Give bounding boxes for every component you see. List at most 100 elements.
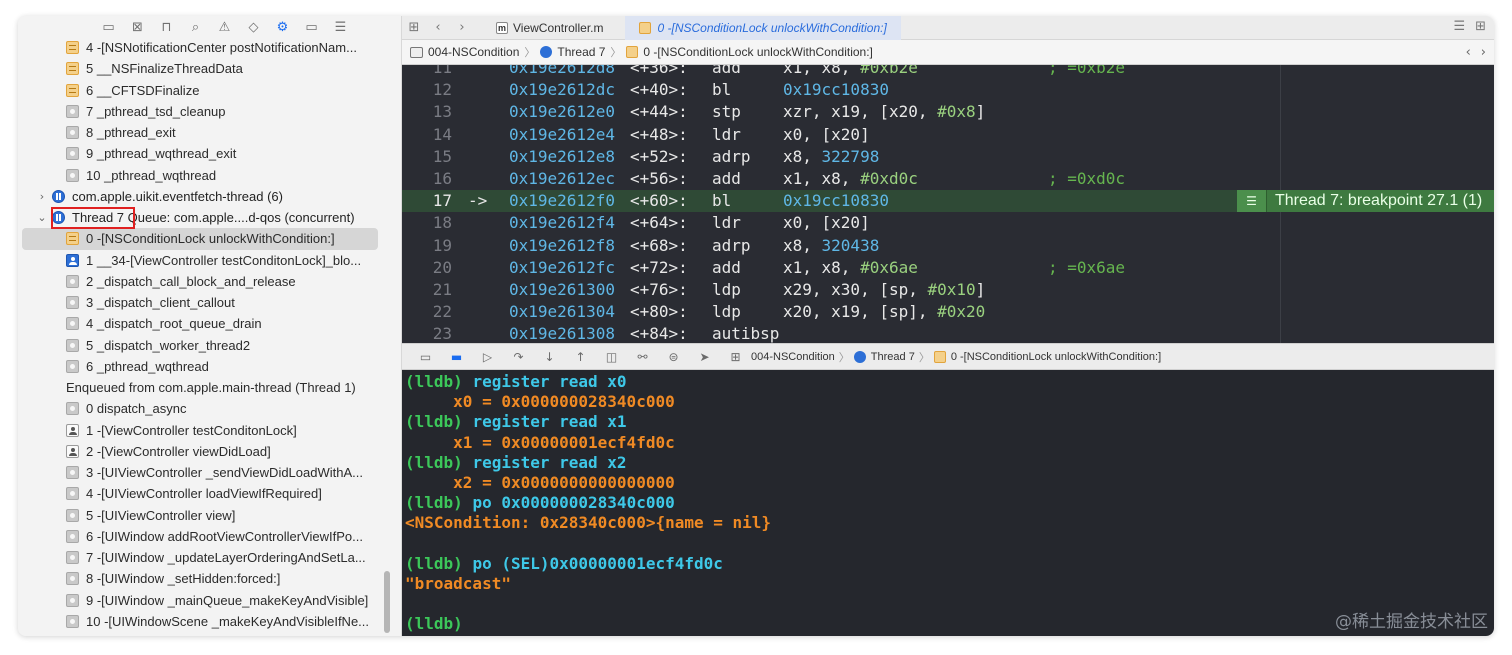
instruction-line[interactable]: 11 0x19e2612d8 <+36>: add x1, x8, #0xb2e ; =0… [402, 65, 1494, 79]
step-over-icon[interactable]: ↷ [503, 350, 534, 364]
stack-frame-row[interactable]: 10 _pthread_wqthread [18, 165, 401, 186]
instruction-line[interactable]: 21 0x19e261300 <+76>: ldp x29, x30, [sp, #0x… [402, 279, 1494, 301]
lldb-prompt: (lldb) [405, 452, 473, 472]
instruction-line[interactable]: 23 0x19e261308 <+84>: autibsp [402, 323, 1494, 343]
stack-frame-row[interactable]: 7 -[UIWindow _updateLayerOrderingAndSetL… [18, 547, 401, 568]
memory-graph-icon[interactable]: ⚯ [627, 350, 658, 364]
location-icon[interactable]: ➤ [689, 350, 720, 364]
debug-crumb-thread[interactable]: Thread 7 [853, 350, 915, 363]
hierarchy-icon[interactable]: ⊓ [152, 16, 181, 38]
stack-frame-row[interactable]: 1 __34-[ViewController testConditonLock]… [18, 250, 401, 271]
row-label: 10 _pthread_wqthread [86, 167, 217, 183]
instruction-line[interactable]: 14 0x19e2612e4 <+48>: ldr x0, [x20] [402, 124, 1494, 146]
grid-icon[interactable]: ⊞ [402, 20, 426, 35]
instruction-address: 0x19e2612dc [509, 80, 615, 100]
system-frame-icon [66, 104, 79, 118]
thread-row[interactable]: ⌄ Thread 7 Queue: com.apple....d-qos (con… [18, 207, 401, 228]
console-line: x0 = 0x000000028340c000 [402, 392, 1494, 412]
instruction-mnemonic: add [712, 65, 741, 77]
stack-frame-row[interactable]: 4 _dispatch_root_queue_drain [18, 313, 401, 334]
instruction-line[interactable]: 12 0x19e2612dc <+40>: bl 0x19cc10830 [402, 79, 1494, 101]
report-icon[interactable]: ☰ [326, 16, 355, 38]
split-editor-icon[interactable]: ⊞ [1475, 19, 1486, 34]
stack-frame-row[interactable]: 5 __NSFinalizeThreadData [18, 58, 401, 79]
project-icon [410, 46, 423, 58]
folder-icon[interactable]: ▭ [94, 16, 123, 38]
stack-frame-row[interactable]: 3 _dispatch_client_callout [18, 292, 401, 313]
debug-crumb-frame[interactable]: 0 -[NSConditionLock unlockWithCondition:… [933, 350, 1161, 363]
operand-token: xzr, x19, [x20, [783, 102, 938, 122]
instruction-line[interactable]: 16 0x19e2612ec <+56>: add x1, x8, #0xd0c ; =0… [402, 168, 1494, 190]
source-control-icon[interactable]: ⊠ [123, 16, 152, 38]
system-frame-icon [66, 508, 79, 522]
breakpoint-icon[interactable]: ▭ [297, 16, 326, 38]
lldb-console[interactable]: (lldb) register read x0 x0 = 0x000000028… [402, 370, 1494, 636]
instruction-offset: <+60>: [630, 191, 688, 211]
stack-frame-icon [66, 41, 79, 55]
stack-frame-row[interactable]: 6 -[UIWindow addRootViewControllerViewIf… [18, 526, 401, 547]
disassembly-view[interactable]: 11 0x19e2612d8 <+36>: add x1, x8, #0xb2e ; =0… [402, 65, 1494, 343]
stack-frame-row[interactable]: 5 _dispatch_worker_thread2 [18, 335, 401, 356]
jumpbar-thread[interactable]: Thread 7 [540, 45, 605, 59]
breakpoint-badge[interactable]: ☰ Thread 7: breakpoint 27.1 (1) [1237, 190, 1494, 212]
stack-frame-row[interactable]: 1 -[ViewController testConditonLock] [18, 420, 401, 441]
stack-frame-row[interactable]: 6 _pthread_wqthread [18, 356, 401, 377]
row-label: 2 _dispatch_call_block_and_release [86, 273, 296, 289]
operand-token: x1, x8, [783, 257, 861, 277]
stack-frame-row[interactable]: 7 _pthread_tsd_cleanup [18, 101, 401, 122]
instruction-line[interactable]: 20 0x19e2612fc <+72>: add x1, x8, #0x6ae ; =0… [402, 257, 1494, 279]
jumpbar-project[interactable]: 004-NSCondition [410, 45, 519, 59]
grid-icon[interactable]: ⊞ [720, 350, 751, 364]
stack-frame-row[interactable]: 5 -[UIViewController view] [18, 505, 401, 526]
instruction-line[interactable]: 13 0x19e2612e0 <+44>: stp xzr, x19, [x20, #0… [402, 101, 1494, 123]
stack-frame-row[interactable]: 2 _dispatch_call_block_and_release [18, 271, 401, 292]
environment-icon[interactable]: ⊜ [658, 350, 689, 364]
chevron-left-icon[interactable]: ‹ [1466, 45, 1471, 60]
instruction-line[interactable]: 18 0x19e2612f4 <+64>: ldr x0, [x20] [402, 212, 1494, 234]
warning-icon[interactable]: ⚠ [210, 16, 239, 38]
hide-debug-area-icon[interactable]: ▭ [410, 350, 441, 364]
navigator-scrollbar[interactable] [384, 571, 390, 633]
thread-row[interactable]: › com.apple.uikit.eventfetch-thread (6) [18, 186, 401, 207]
stack-frame-row[interactable]: 6 __CFTSDFinalize [18, 80, 401, 101]
debug-icon[interactable]: ⚙ [268, 16, 297, 38]
row-label: 9 _pthread_wqthread_exit [86, 146, 237, 162]
stack-frame-row[interactable]: 3 -[UIViewController _sendViewDidLoadWit… [18, 462, 401, 483]
debug-crumb-project[interactable]: 004-NSCondition [751, 351, 835, 363]
stack-frame-row[interactable]: 4 -[UIViewController loadViewIfRequired] [18, 483, 401, 504]
diamond-test-icon[interactable]: ◇ [239, 16, 268, 38]
editor-options-icon[interactable]: ☰ [1453, 19, 1465, 34]
stack-frame-row[interactable]: Enqueued from com.apple.main-thread (Thr… [18, 377, 401, 398]
stack-frame-row[interactable]: 9 _pthread_wqthread_exit [18, 143, 401, 164]
stack-frame-row[interactable]: 8 _pthread_exit [18, 122, 401, 143]
continue-icon[interactable]: ▷ [472, 350, 503, 364]
line-number: 20 [432, 257, 452, 277]
row-label: 0 dispatch_async [86, 401, 187, 417]
forward-icon[interactable]: › [450, 20, 474, 35]
instruction-line[interactable]: 22 0x19e261304 <+80>: ldp x20, x19, [sp], #0… [402, 301, 1494, 323]
back-icon[interactable]: ‹ [426, 20, 450, 35]
step-out-icon[interactable]: ↑ [565, 350, 596, 364]
search-icon[interactable]: ⌕ [181, 16, 210, 38]
stack-frame-row[interactable]: 9 -[UIWindow _mainQueue_makeKeyAndVisibl… [18, 590, 401, 611]
stack-frame-row[interactable]: 8 -[UIWindow _setHidden:forced:] [18, 568, 401, 589]
disclosure-expanded-icon[interactable]: ⌄ [36, 211, 48, 224]
stack-frame-row[interactable]: 0 -[NSConditionLock unlockWithCondition:… [18, 228, 401, 250]
step-into-icon[interactable]: ↓ [534, 350, 565, 364]
stack-frame-row[interactable]: 4 -[NSNotificationCenter postNotificatio… [18, 37, 401, 58]
chevron-right-icon[interactable]: › [1481, 45, 1486, 60]
instruction-operands: x20, x19, [sp], #0x20 [783, 301, 985, 323]
instruction-line[interactable]: 15 0x19e2612e8 <+52>: adrp x8, 322798 [402, 146, 1494, 168]
instruction-line[interactable]: 19 0x19e2612f8 <+68>: adrp x8, 320438 [402, 235, 1494, 257]
stack-frame-row[interactable]: 2 -[ViewController viewDidLoad] [18, 441, 401, 462]
disclosure-collapsed-icon[interactable]: › [36, 190, 48, 203]
objc-file-icon: m [496, 21, 508, 34]
row-label: 1 __34-[ViewController testConditonLock]… [86, 252, 362, 268]
tab-disassembly[interactable]: 0 -[NSConditionLock unlockWithCondition:… [625, 16, 901, 40]
view-debugger-icon[interactable]: ◫ [596, 350, 627, 364]
tab-viewcontroller[interactable]: m ViewController.m [482, 16, 617, 40]
jumpbar-frame[interactable]: 0 -[NSConditionLock unlockWithCondition:… [626, 45, 873, 59]
stack-frame-row[interactable]: 0 dispatch_async [18, 398, 401, 419]
breakpoints-toggle-icon[interactable]: ▬ [441, 350, 472, 364]
stack-frame-row[interactable]: 10 -[UIWindowScene _makeKeyAndVisibleIfN… [18, 611, 401, 632]
